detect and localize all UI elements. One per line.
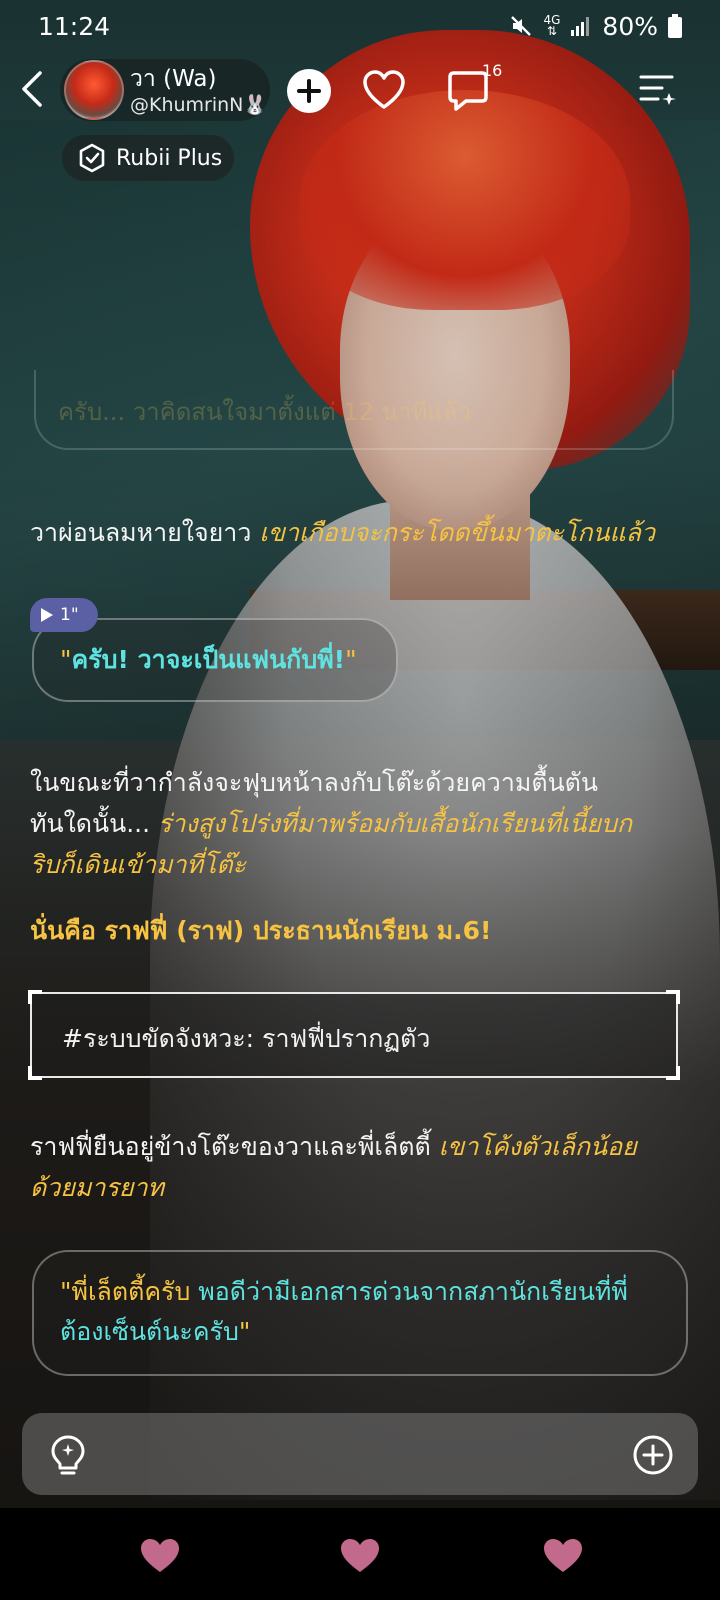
plus-circle-icon xyxy=(633,1435,673,1475)
voice-play-button[interactable]: 1" xyxy=(30,598,98,632)
quote-open: " xyxy=(60,1277,72,1306)
narration-italic: ด้วยมารยาท xyxy=(30,1173,165,1202)
speech-text: "ครับ! วาจะเป็นแฟนกับพี่!" xyxy=(60,640,357,680)
narration-text: วาผ่อนลมหายใจยาว xyxy=(30,518,260,547)
heart-icon xyxy=(363,70,405,109)
narration-line: ในขณะที่วากำลังจะฟุบหน้าลงกับโต๊ะด้วยควา… xyxy=(30,768,598,797)
frame-corner xyxy=(28,990,42,1004)
quote-close: " xyxy=(345,645,357,674)
narration-text: ราฟฟี่ยืนอยู่ข้างโต๊ะของวาและพี่เล็ตตี้ xyxy=(30,1132,439,1161)
rubii-plus-badge[interactable]: Rubii Plus xyxy=(62,135,234,181)
add-icon xyxy=(297,79,321,103)
speech-words: ต้องเซ็นต์นะครับ xyxy=(60,1317,239,1346)
speech-words: พอดีว่ามีเอกสารด่วนจากสภานักเรียนที่พี่ xyxy=(198,1277,628,1306)
suggestion-button[interactable] xyxy=(48,1434,88,1476)
attach-button[interactable] xyxy=(632,1434,674,1476)
lightbulb-icon xyxy=(51,1435,85,1475)
status-icons: 4G ⇅ 80% xyxy=(509,12,682,41)
favorite-button[interactable] xyxy=(362,69,406,113)
narration-message: วาผ่อนลมหายใจยาว เขาเกือบจะกระโดดขึ้นมาต… xyxy=(30,512,690,553)
previous-speech-text: ครับ... วาคิดสนใจมาตั้งแต่ 12 นาทีแล้ว xyxy=(58,398,471,426)
quote-close: " xyxy=(238,1317,251,1346)
heart-icon xyxy=(544,1539,582,1572)
network-label: 4G xyxy=(543,13,561,27)
system-message-text: #ระบบขัดจังหวะ: ราฟฟี่ปรากฏตัว xyxy=(62,1024,431,1053)
signal-icon xyxy=(570,15,592,37)
play-icon xyxy=(41,608,53,622)
battery-percent: 80% xyxy=(602,11,658,41)
back-icon xyxy=(22,71,42,107)
speech-text: "พี่เล็ตตี้ครับ พอดีว่ามีเอกสารด่วนจากสภ… xyxy=(60,1272,670,1352)
heart-icon xyxy=(341,1539,379,1572)
message-input[interactable] xyxy=(22,1413,698,1495)
narration-italic: เขาโค้งตัวเล็กน้อย xyxy=(438,1132,637,1161)
network-4g-icon: 4G ⇅ xyxy=(543,13,561,38)
frame-corner xyxy=(666,990,680,1004)
narration-message: ราฟฟี่ยืนอยู่ข้างโต๊ะของวาและพี่เล็ตตี้ … xyxy=(30,1126,690,1208)
nav-heart-center[interactable] xyxy=(340,1538,380,1574)
frame-corner xyxy=(666,1066,680,1080)
speech-words: ครับ! วาจะเป็นแฟนกับพี่! xyxy=(71,645,346,674)
heart-icon xyxy=(141,1539,179,1572)
menu-button[interactable] xyxy=(638,71,678,109)
narration-italic: ร่างสูงโปร่งที่มาพร้อมกับเสื้อนักเรียนที… xyxy=(157,809,632,838)
narration-text: ทันใดนั้น... xyxy=(30,809,158,838)
battery-icon xyxy=(668,14,682,38)
narration-italic: ริบก็เดินเข้ามาที่โต๊ะ xyxy=(30,850,247,879)
narration-highlight: นั่นคือ ราฟฟี่ (ราฟ) ประธานนักเรียน ม.6! xyxy=(30,916,492,945)
mute-icon xyxy=(509,14,533,38)
nav-heart-right[interactable] xyxy=(543,1538,583,1574)
speech-words-yellow: พี่เล็ตตี้ครับ xyxy=(71,1277,199,1306)
creator-handle[interactable]: @KhumrinN🐰 xyxy=(130,93,267,116)
status-time: 11:24 xyxy=(38,11,111,41)
nav-heart-left[interactable] xyxy=(140,1538,180,1574)
chat-header: วา (Wa) @KhumrinN🐰 16 xyxy=(0,55,720,125)
narration-message: ในขณะที่วากำลังจะฟุบหน้าลงกับโต๊ะด้วยควา… xyxy=(30,762,690,885)
comment-count: 16 xyxy=(482,61,503,80)
character-name[interactable]: วา (Wa) xyxy=(130,61,216,97)
frame-corner xyxy=(28,1066,42,1080)
rubii-plus-label: Rubii Plus xyxy=(116,145,223,171)
avatar[interactable] xyxy=(64,60,124,120)
rubii-plus-icon xyxy=(79,143,105,173)
quote-open: " xyxy=(60,645,72,674)
add-button[interactable] xyxy=(287,69,331,113)
menu-icon xyxy=(639,75,676,105)
status-bar: 11:24 4G ⇅ 80% xyxy=(0,0,720,52)
narration-italic: เขาเกือบจะกระโดดขึ้นมาตะโกนแล้ว xyxy=(259,518,656,547)
back-button[interactable] xyxy=(16,67,50,111)
voice-duration: 1" xyxy=(60,605,79,625)
